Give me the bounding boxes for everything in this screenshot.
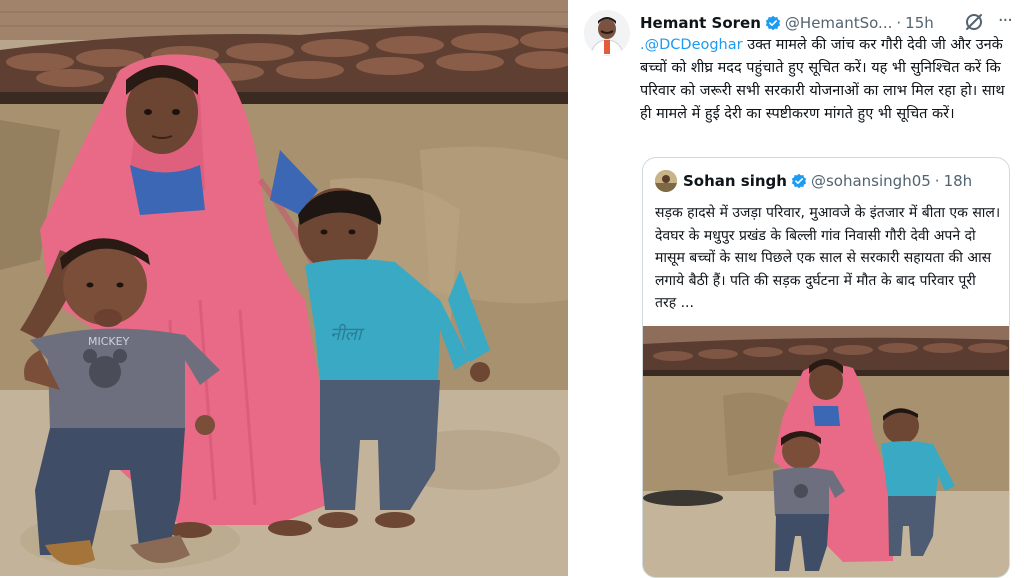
author-handle[interactable]: @HemantSo... [785,14,892,32]
quoted-text: सड़क हादसे में उजड़ा परिवार, मुआवजे के इ… [655,205,1001,311]
quoted-photo[interactable] [643,326,1009,577]
quoted-family-photo [643,326,1009,577]
separator-dot: · [896,14,902,32]
verified-badge-icon [765,15,781,31]
post-time[interactable]: 15h [905,14,934,32]
post-text: .@DCDeoghar उक्त मामले की जांच कर गौरी द… [640,34,1014,126]
quoted-time[interactable]: 18h [944,172,973,190]
tweet-card: Hemant Soren @HemantSo... · 15h ··· .@DC… [574,0,1024,578]
tweet-header: Hemant Soren @HemantSo... · 15h [640,12,1014,34]
main-photo[interactable]: नीला MICKEY [0,0,568,576]
author-name[interactable]: Hemant Soren [640,14,761,32]
quoted-author-handle[interactable]: @sohansingh05 [811,172,931,190]
more-icon[interactable]: ··· [998,10,1013,31]
quoted-author-name[interactable]: Sohan singh [683,172,787,190]
mention-link[interactable]: .@DCDeoghar [640,37,743,53]
quoted-header: Sohan singh @sohansingh05 · 18h [655,170,972,192]
svg-text:MICKEY: MICKEY [88,335,130,348]
separator-dot: · [934,172,940,190]
quoted-author-avatar[interactable] [655,170,677,192]
svg-text:नीला: नीला [330,323,365,345]
grok-icon[interactable] [964,12,984,32]
quoted-tweet[interactable]: Sohan singh @sohansingh05 · 18h सड़क हाद… [642,157,1010,578]
author-avatar[interactable] [584,10,630,56]
family-photo-scene: नीला MICKEY [0,0,568,576]
verified-badge-icon [791,173,807,189]
